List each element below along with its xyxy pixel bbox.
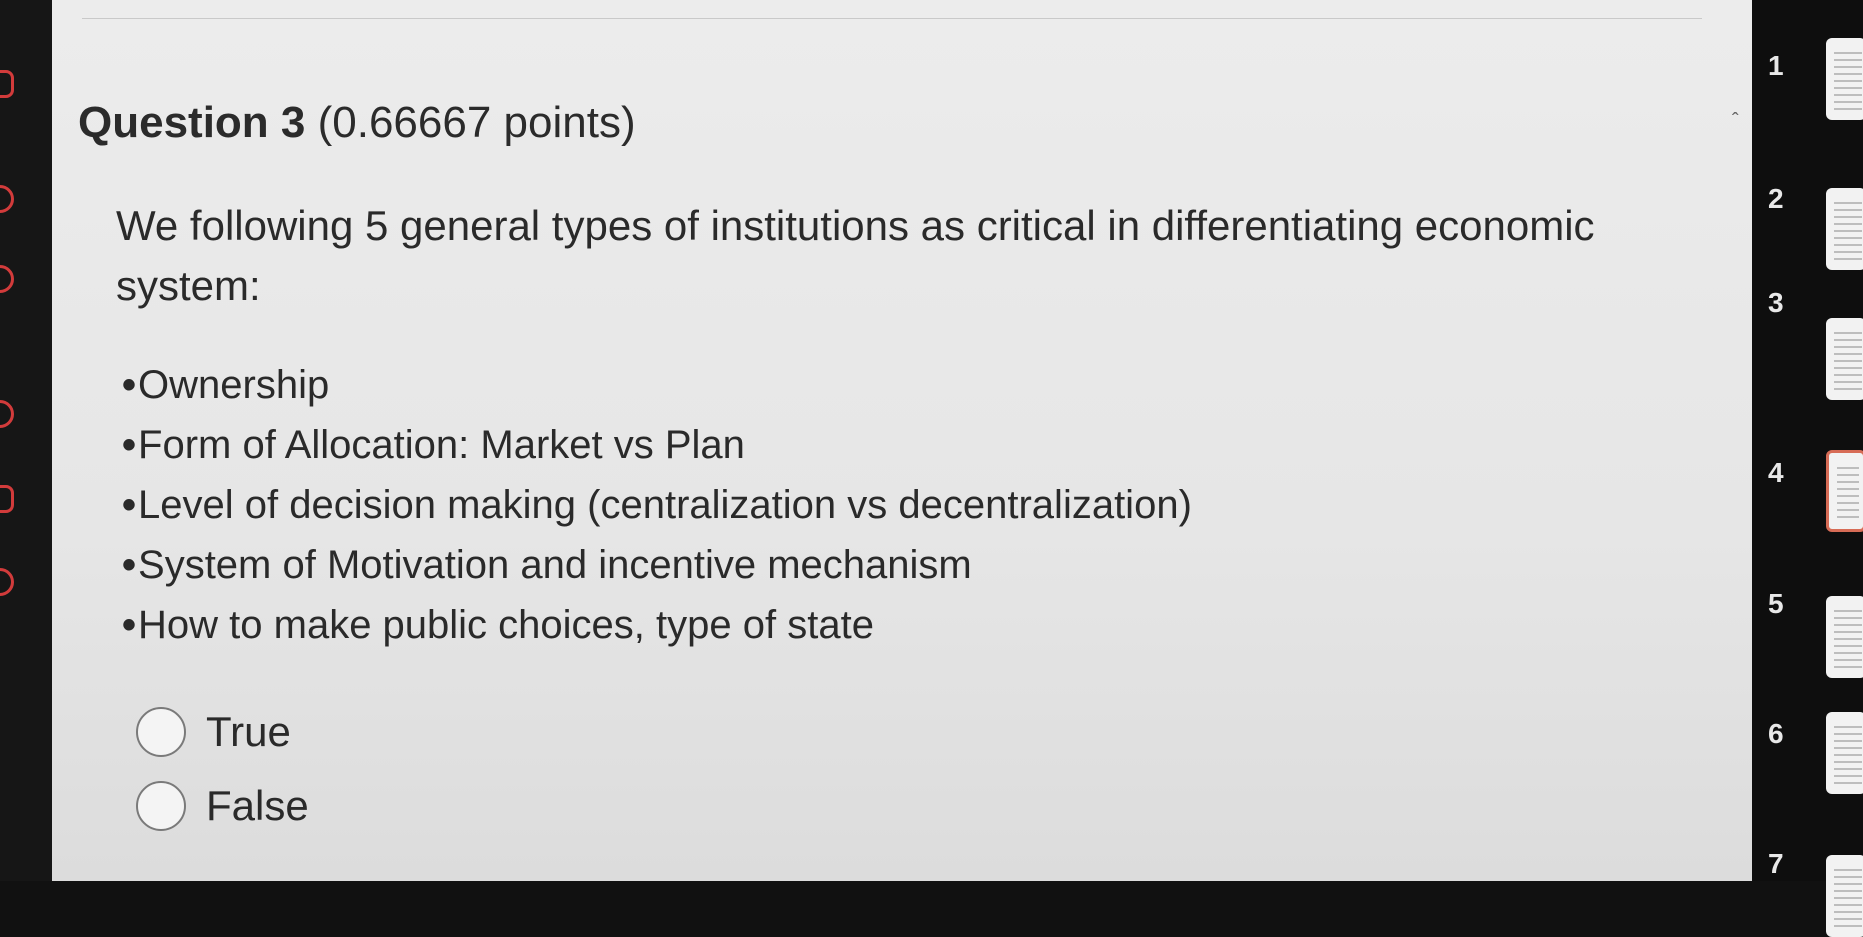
toolbar-icon[interactable] — [0, 265, 14, 293]
question-thumbnail[interactable] — [1826, 188, 1863, 270]
list-item: •How to make public choices, type of sta… — [122, 603, 874, 647]
question-label: Question 3 — [78, 98, 306, 147]
question-number[interactable]: 6 — [1768, 718, 1784, 750]
question-thumbnail[interactable] — [1826, 712, 1863, 794]
question-number[interactable]: 2 — [1768, 183, 1784, 215]
left-toolbar — [0, 0, 52, 881]
question-thumbnail-active[interactable] — [1826, 450, 1863, 532]
question-title: Question 3 (0.66667 points) — [78, 98, 636, 148]
question-thumbnail[interactable] — [1826, 596, 1863, 678]
question-thumbnail[interactable] — [1826, 318, 1863, 400]
toolbar-icon[interactable] — [0, 485, 14, 513]
question-panel: Question 3 (0.66667 points) ˆ We followi… — [52, 0, 1778, 881]
radio-button[interactable] — [136, 707, 186, 757]
question-thumbnail[interactable] — [1826, 38, 1863, 120]
question-number[interactable]: 4 — [1768, 457, 1784, 489]
question-number[interactable]: 3 — [1768, 287, 1784, 319]
toolbar-icon[interactable] — [0, 185, 14, 213]
question-number[interactable]: 1 — [1768, 50, 1784, 82]
divider — [82, 18, 1702, 19]
question-number[interactable]: 5 — [1768, 588, 1784, 620]
question-text: We following 5 general types of institut… — [116, 202, 1595, 309]
radio-button[interactable] — [136, 781, 186, 831]
option-label: True — [206, 708, 291, 755]
gear-icon[interactable] — [0, 568, 14, 596]
list-item: •Level of decision making (centralizatio… — [122, 483, 1192, 527]
question-thumbnail[interactable] — [1826, 855, 1863, 937]
clock-icon[interactable] — [0, 400, 14, 428]
option-false[interactable]: False — [136, 776, 309, 836]
list-item: •System of Motivation and incentive mech… — [122, 543, 972, 587]
option-label: False — [206, 782, 309, 829]
question-points: (0.66667 points) — [317, 98, 636, 147]
toolbar-icon[interactable] — [0, 70, 14, 98]
question-number[interactable]: 7 — [1768, 848, 1784, 880]
caret-up-icon[interactable]: ˆ — [1732, 110, 1739, 133]
bullet-list: •Ownership •Form of Allocation: Market v… — [122, 355, 1192, 655]
list-item: •Ownership — [122, 363, 330, 407]
question-navigator: 1 2 3 4 5 6 7 — [1752, 0, 1863, 937]
option-true[interactable]: True — [136, 702, 291, 762]
list-item: •Form of Allocation: Market vs Plan — [122, 423, 745, 467]
